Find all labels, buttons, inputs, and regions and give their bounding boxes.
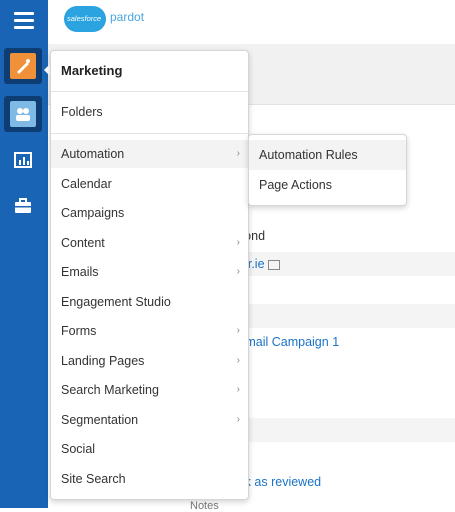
menu-item-folders[interactable]: Folders: [51, 98, 248, 126]
marketing-icon: [10, 53, 36, 79]
chevron-right-icon: ›: [236, 237, 240, 248]
people-icon: [10, 101, 36, 127]
mail-icon[interactable]: [267, 259, 280, 270]
notes-label: Notes: [190, 500, 219, 512]
top-header: salesforce pardot: [48, 0, 455, 45]
marketing-nav-button[interactable]: [4, 48, 42, 84]
product-name: pardot: [110, 10, 145, 24]
menu-item-engagement-studio[interactable]: Engagement Studio: [51, 288, 248, 316]
menu-item-search-marketing[interactable]: Search Marketing ›: [51, 376, 248, 404]
chevron-right-icon: ›: [236, 325, 240, 336]
menu-item-landing-pages[interactable]: Landing Pages ›: [51, 347, 248, 375]
chevron-right-icon: ›: [236, 355, 240, 366]
briefcase-icon[interactable]: [14, 198, 32, 217]
chevron-right-icon: ›: [236, 384, 240, 395]
salesforce-logo: salesforce: [64, 6, 106, 32]
automation-submenu: Automation Rules Page Actions: [248, 134, 407, 206]
chevron-right-icon: ›: [236, 414, 240, 425]
reports-icon[interactable]: [14, 152, 32, 171]
chevron-right-icon: ›: [236, 148, 240, 159]
menu-item-calendar[interactable]: Calendar: [51, 170, 248, 198]
menu-item-emails[interactable]: Emails ›: [51, 258, 248, 286]
menu-item-segmentation[interactable]: Segmentation ›: [51, 406, 248, 434]
menu-item-forms[interactable]: Forms ›: [51, 317, 248, 345]
prospects-nav-button[interactable]: [4, 96, 42, 132]
menu-item-social[interactable]: Social: [51, 435, 248, 463]
chevron-right-icon: ›: [236, 266, 240, 277]
marketing-menu: Marketing Folders Automation › Calendar C…: [50, 50, 249, 500]
menu-item-campaigns[interactable]: Campaigns: [51, 199, 248, 227]
menu-item-automation[interactable]: Automation ›: [51, 140, 248, 168]
hamburger-menu-icon[interactable]: [14, 12, 34, 30]
menu-divider: [51, 91, 248, 92]
menu-divider: [51, 133, 248, 134]
menu-item-site-search[interactable]: Site Search: [51, 465, 248, 493]
submenu-item-automation-rules[interactable]: Automation Rules: [249, 140, 406, 170]
left-nav: [0, 0, 48, 508]
submenu-item-page-actions[interactable]: Page Actions: [249, 170, 406, 200]
menu-item-content[interactable]: Content ›: [51, 229, 248, 257]
logo-text: salesforce: [67, 14, 102, 23]
menu-heading: Marketing: [61, 63, 123, 78]
